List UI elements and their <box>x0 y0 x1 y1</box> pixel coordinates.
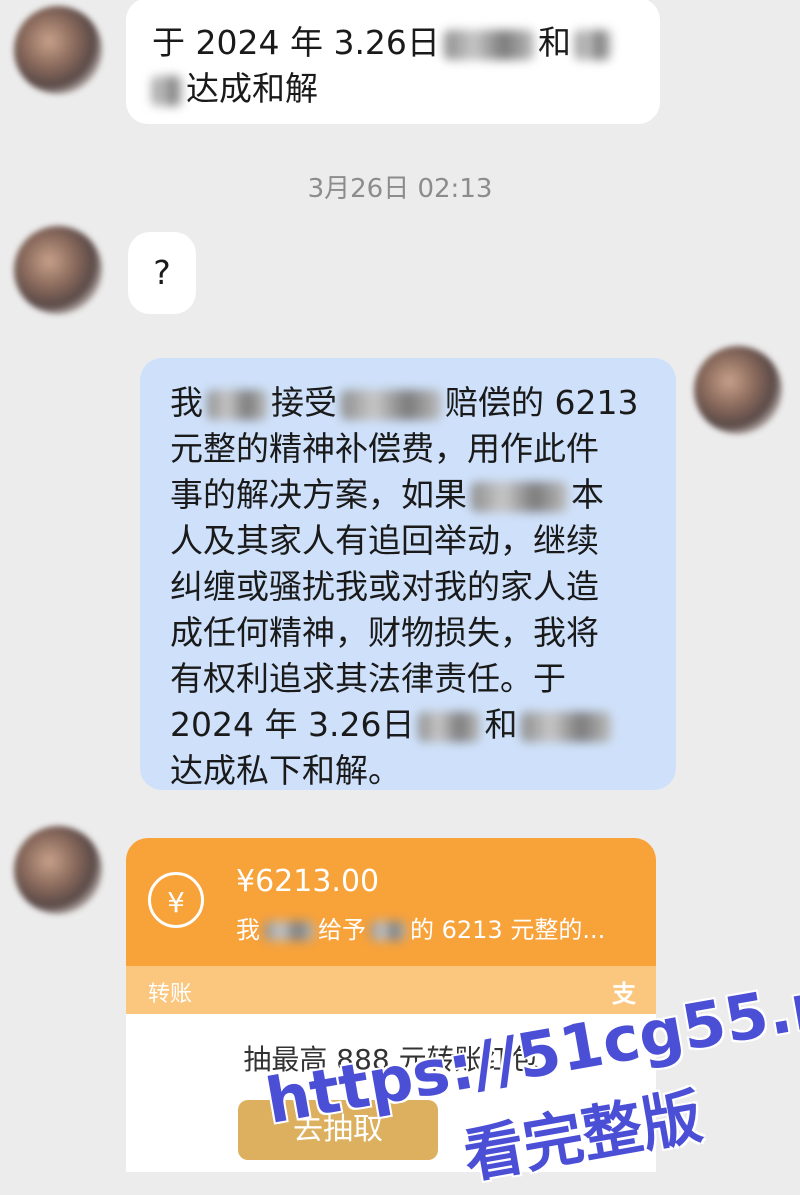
message-text: 和 <box>537 23 571 62</box>
redacted-text <box>341 389 441 420</box>
avatar[interactable] <box>14 826 102 914</box>
message-text: 于 2024 年 3.26日 <box>152 23 440 62</box>
message-line: 成任何精神，财物损失，我将 <box>170 613 599 652</box>
redacted-text <box>443 29 534 60</box>
message-bubble-incoming: 于 2024 年 3.26日 和 达成和解 <box>126 0 660 124</box>
redacted-text <box>370 921 406 941</box>
message-line: 有权利追求其法律责任。于 <box>170 659 566 698</box>
avatar[interactable] <box>14 6 102 94</box>
message-timestamp: 3月26日 02:13 <box>307 174 493 204</box>
redacted-text <box>521 711 612 742</box>
redacted-text <box>207 389 267 420</box>
avatar[interactable] <box>14 226 102 314</box>
message-line: 达成私下和解。 <box>170 751 401 790</box>
redacted-text <box>471 481 567 512</box>
transfer-description: 我给予的 6213 元整的... <box>236 916 606 944</box>
transfer-card-header[interactable]: ¥ ¥6213.00 我给予的 6213 元整的... <box>126 838 656 966</box>
message-line: 纠缠或骚扰我或对我的家人造 <box>170 567 599 606</box>
message-line: 事的解决方案，如果本 <box>170 475 604 514</box>
redacted-text <box>574 29 611 60</box>
redacted-text <box>264 921 314 941</box>
transfer-type-label: 转账 <box>148 982 193 1007</box>
avatar[interactable] <box>694 346 782 434</box>
message-line: 人及其家人有追回举动，继续 <box>170 521 599 560</box>
redacted-text <box>418 711 481 742</box>
message-line: 元整的精神补偿费，用作此件 <box>170 429 599 468</box>
transfer-card-footer: 转账 支 <box>126 966 656 1014</box>
message-text: ? <box>153 253 171 292</box>
message-bubble-incoming: ? <box>128 232 196 314</box>
message-line: 于 2024 年 3.26日 和 <box>152 20 636 66</box>
message-line: 达成和解 <box>152 66 636 112</box>
transfer-amount: ¥6213.00 <box>236 864 380 899</box>
redacted-text <box>152 75 182 106</box>
message-text: 达成和解 <box>186 69 318 108</box>
message-bubble-outgoing: 我接受 赔偿的 6213 元整的精神补偿费，用作此件 事的解决方案，如果本 人及其… <box>140 358 676 790</box>
yen-exchange-icon: ¥ <box>148 872 204 928</box>
message-line: 我接受 赔偿的 6213 <box>170 383 639 422</box>
message-line: 2024 年 3.26日和 <box>170 702 656 748</box>
